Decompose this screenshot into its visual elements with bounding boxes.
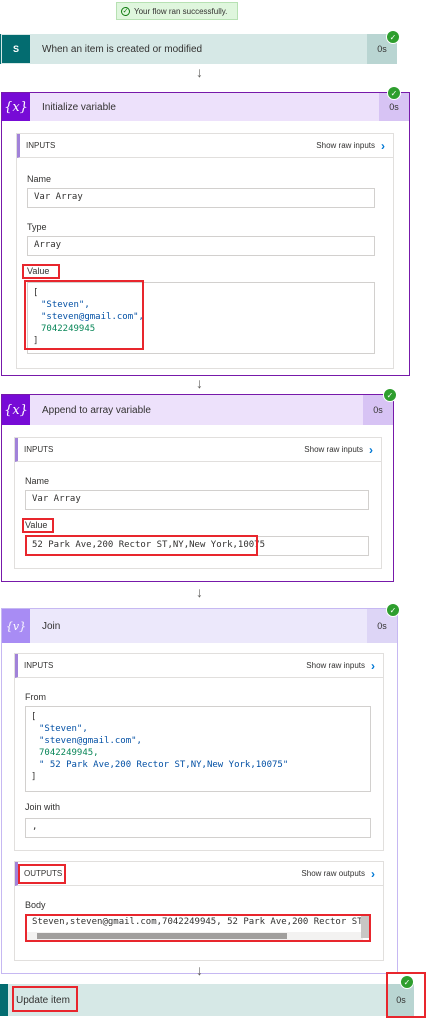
success-check-icon: ✓ xyxy=(387,86,401,100)
initialize-variable-header[interactable]: {x} Initialize variable 0s xyxy=(2,93,409,121)
from-json-box[interactable]: [ "Steven", "steven@gmail.com", 70422499… xyxy=(25,706,371,792)
name-label: Name xyxy=(25,476,50,486)
step-title: Join xyxy=(42,620,61,632)
inputs-label: INPUTS xyxy=(26,141,56,150)
json-line: ] xyxy=(31,772,37,782)
inputs-header: INPUTS Show raw inputs › xyxy=(15,438,381,462)
inputs-section: INPUTS Show raw inputs › Name Var Array V… xyxy=(14,437,382,569)
type-field[interactable]: Array xyxy=(27,236,375,256)
variable-icon: {x} xyxy=(2,395,30,425)
from-label: From xyxy=(25,692,46,702)
chevron-right-icon: › xyxy=(371,866,375,881)
append-variable-card: {x} Append to array variable 0s INPUTS S… xyxy=(1,394,394,582)
name-field[interactable]: Var Array xyxy=(25,490,369,510)
inputs-header: INPUTS Show raw inputs › xyxy=(15,654,383,678)
show-raw-inputs-link[interactable]: Show raw inputs › xyxy=(316,139,385,153)
chevron-right-icon: › xyxy=(381,138,385,153)
value-label: Value xyxy=(25,520,48,530)
trigger-step-header[interactable]: S When an item is created or modified 0s xyxy=(0,34,397,64)
show-raw-inputs-link[interactable]: Show raw inputs › xyxy=(304,443,373,457)
show-raw-outputs-link[interactable]: Show raw outputs › xyxy=(301,867,375,881)
arrow-down-icon: ↓ xyxy=(196,64,203,80)
json-line: "steven@gmail.com", xyxy=(39,736,142,746)
join-icon: {v} xyxy=(2,609,30,643)
step-title: Append to array variable xyxy=(42,404,151,416)
inputs-section: INPUTS Show raw inputs › Name Var Array T… xyxy=(16,133,394,369)
inputs-label: INPUTS xyxy=(24,445,54,454)
success-banner: ✓ Your flow ran successfully. xyxy=(116,2,238,20)
chevron-right-icon: › xyxy=(371,658,375,673)
join-with-field[interactable]: , xyxy=(25,818,371,838)
outputs-section: OUTPUTS Show raw outputs › Body Steven,st… xyxy=(14,861,384,961)
name-label: Name xyxy=(27,174,52,184)
outputs-label-highlight xyxy=(18,864,66,884)
name-field[interactable]: Var Array xyxy=(27,188,375,208)
json-line: [ xyxy=(31,712,37,722)
join-card: {v} Join 0s INPUTS Show raw inputs › From… xyxy=(1,608,398,974)
initialize-variable-card: {x} Initialize variable 0s INPUTS Show r… xyxy=(1,92,410,376)
arrow-down-icon: ↓ xyxy=(196,375,203,391)
sharepoint-icon: S xyxy=(2,35,30,63)
value-field-highlight xyxy=(25,535,258,556)
json-line: "Steven", xyxy=(39,724,88,734)
chevron-right-icon: › xyxy=(369,442,373,457)
body-label: Body xyxy=(25,900,46,910)
variable-icon: {x} xyxy=(2,93,30,121)
type-label: Type xyxy=(27,222,47,232)
banner-text: Your flow ran successfully. xyxy=(134,6,228,16)
inputs-label: INPUTS xyxy=(24,661,54,670)
inputs-header: INPUTS Show raw inputs › xyxy=(17,134,393,158)
append-variable-header[interactable]: {x} Append to array variable 0s xyxy=(2,395,393,425)
outputs-header: OUTPUTS Show raw outputs › xyxy=(15,862,383,886)
step-title: Initialize variable xyxy=(42,101,116,113)
sharepoint-icon xyxy=(0,984,8,1016)
success-check-icon: ✓ xyxy=(386,603,400,617)
arrow-down-icon: ↓ xyxy=(196,584,203,600)
value-json-highlight xyxy=(24,280,144,350)
success-check-icon: ✓ xyxy=(386,30,400,44)
inputs-section: INPUTS Show raw inputs › From [ "Steven",… xyxy=(14,653,384,851)
show-raw-inputs-link[interactable]: Show raw inputs › xyxy=(306,659,375,673)
update-title-highlight xyxy=(12,986,78,1012)
success-check-icon: ✓ xyxy=(400,975,414,989)
body-field-highlight xyxy=(25,914,371,942)
arrow-down-icon: ↓ xyxy=(196,962,203,978)
value-label: Value xyxy=(27,266,50,276)
join-with-label: Join with xyxy=(25,802,61,812)
check-circle-icon: ✓ xyxy=(121,6,130,16)
success-check-icon: ✓ xyxy=(383,388,397,402)
join-header[interactable]: {v} Join 0s xyxy=(2,609,397,643)
step-title: When an item is created or modified xyxy=(42,43,203,55)
json-line: 7042249945, xyxy=(39,748,99,758)
json-line: " 52 Park Ave,200 Rector ST,NY,New York,… xyxy=(39,760,289,770)
